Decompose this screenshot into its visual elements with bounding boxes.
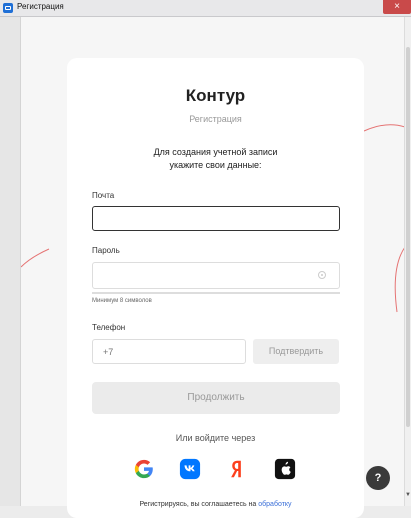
scrollbar[interactable]: ▼ bbox=[404, 17, 411, 506]
password-hint: Минимум 8 символов bbox=[92, 298, 152, 304]
password-label: Пароль bbox=[92, 246, 120, 255]
close-button[interactable]: × bbox=[383, 0, 411, 14]
phone-field[interactable] bbox=[92, 339, 246, 364]
password-field[interactable] bbox=[92, 262, 340, 289]
app-icon bbox=[3, 3, 13, 13]
registration-card: Контур Регистрация Для создания учетной … bbox=[67, 58, 364, 518]
window-title: Регистрация bbox=[17, 2, 64, 11]
window-titlebar: Регистрация × bbox=[0, 0, 411, 17]
apple-icon[interactable] bbox=[274, 458, 296, 480]
continue-button[interactable]: Продолжить bbox=[92, 382, 340, 414]
intro-text: Для создания учетной записи укажите свои… bbox=[67, 146, 364, 172]
scroll-thumb[interactable] bbox=[406, 47, 410, 427]
social-login-label: Или войдите через bbox=[175, 433, 256, 443]
email-field[interactable] bbox=[92, 206, 340, 231]
page-subtitle: Регистрация bbox=[189, 114, 242, 124]
phone-label: Телефон bbox=[92, 323, 126, 332]
google-icon[interactable] bbox=[133, 458, 155, 480]
email-label: Почта bbox=[92, 191, 115, 200]
confirm-phone-button[interactable]: Подтвердить bbox=[253, 339, 339, 364]
intro-line-1: Для создания учетной записи bbox=[153, 147, 278, 157]
password-strength-bar bbox=[92, 292, 340, 294]
intro-line-2: укажите свои данные: bbox=[169, 160, 262, 170]
yandex-icon[interactable] bbox=[226, 458, 248, 480]
scroll-down-arrow-icon[interactable]: ▼ bbox=[405, 492, 411, 498]
help-button[interactable]: ? bbox=[366, 466, 390, 490]
brand-logo: Контур bbox=[185, 86, 246, 105]
show-password-icon[interactable] bbox=[318, 271, 326, 279]
terms-prefix: Регистрируясь, вы соглашаетесь на bbox=[139, 501, 259, 508]
window-left-area bbox=[0, 17, 21, 506]
terms-link[interactable]: обработку bbox=[258, 501, 291, 508]
terms-text: Регистрируясь, вы соглашаетесь на обрабо… bbox=[67, 501, 364, 508]
vk-icon[interactable] bbox=[179, 458, 201, 480]
